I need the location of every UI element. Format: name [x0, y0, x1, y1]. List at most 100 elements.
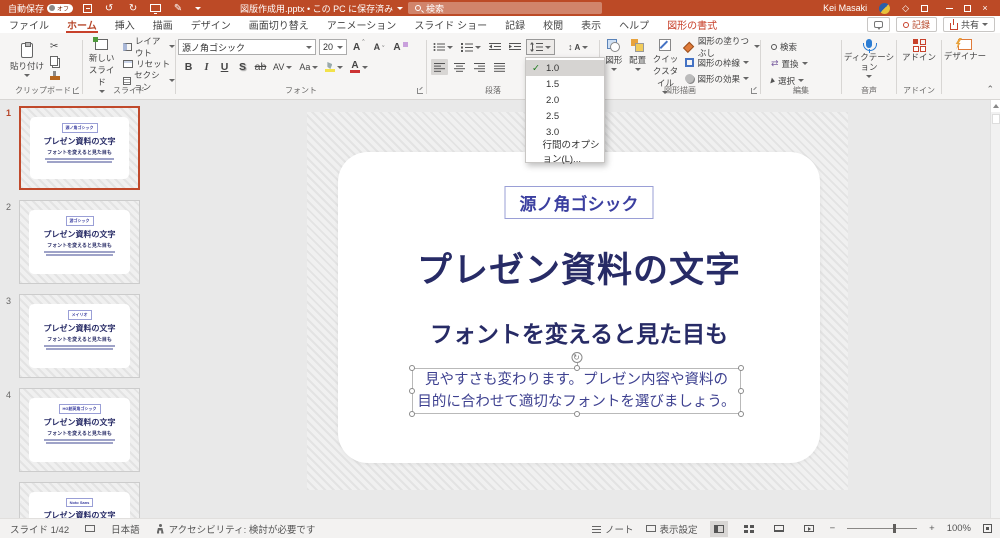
fit-to-window-icon[interactable] [983, 524, 992, 533]
line-spacing-button[interactable] [526, 39, 555, 55]
clipboard-dialog-launcher[interactable] [73, 88, 79, 94]
tab-insert[interactable]: 挿入 [106, 16, 144, 33]
comments-button[interactable] [866, 17, 890, 32]
normal-view-button[interactable] [709, 520, 728, 537]
replace-button[interactable]: ⇄ 置換 [769, 56, 841, 71]
notes-button[interactable]: ノート [592, 522, 634, 536]
share-button[interactable]: 共有 [942, 17, 995, 32]
zoom-slider[interactable] [847, 524, 918, 533]
slide-thumbnail-4[interactable]: 4 HG創英角ゴシック プレゼン資料の文字 フォントを変えると見た目も [6, 388, 140, 472]
avatar[interactable] [879, 2, 891, 14]
slide-thumbnail-1[interactable]: 1 源ノ角ゴシック プレゼン資料の文字 フォントを変えると見た目も [6, 106, 140, 190]
tab-transitions[interactable]: 画面切り替え [240, 16, 318, 33]
user-name[interactable]: Kei Masaki [823, 3, 867, 13]
reading-view-button[interactable] [770, 521, 788, 537]
grow-font-button[interactable]: Aˆ [350, 39, 368, 55]
scrollbar-thumb[interactable] [991, 114, 1000, 124]
slide-thumbnail-2[interactable]: 2 游ゴシック プレゼン資料の文字 フォントを変えると見た目も [6, 200, 140, 284]
pen-icon[interactable]: ✎ [171, 3, 185, 14]
justify-button[interactable] [491, 59, 508, 75]
tab-file[interactable]: ファイル [0, 16, 58, 33]
tab-slideshow[interactable]: スライド ショー [405, 16, 496, 33]
meet-now-icon[interactable] [921, 4, 928, 12]
menu-item-1-5[interactable]: 1.5 [526, 76, 604, 92]
resize-handle-s[interactable] [573, 411, 580, 417]
zoom-slider-thumb[interactable] [893, 524, 897, 533]
minimize-button[interactable] [940, 0, 958, 16]
dictate-button[interactable]: ディクテーション [842, 39, 896, 78]
resize-handle-n[interactable] [573, 365, 580, 371]
shape-outline-button[interactable]: 図形の枠線 [683, 55, 760, 70]
resize-handle-se[interactable] [738, 411, 744, 417]
menu-item-spacing-options[interactable]: 行間のオプション(L)... [526, 140, 604, 165]
slide-counter[interactable]: スライド 1/42 [10, 522, 69, 536]
font-size-combobox[interactable]: 20 [319, 39, 347, 55]
slideshow-view-button[interactable] [800, 521, 818, 537]
display-icon[interactable] [85, 525, 96, 532]
italic-button[interactable]: I [198, 59, 215, 75]
collapse-ribbon-icon[interactable]: ⌃ [986, 84, 994, 95]
zoom-in-button[interactable]: + [929, 523, 935, 534]
tab-record[interactable]: 記録 [496, 16, 534, 33]
resize-handle-w[interactable] [409, 388, 415, 394]
shape-fill-button[interactable]: 図形の塗りつぶし [683, 36, 760, 58]
restore-button[interactable] [958, 0, 976, 16]
tab-help[interactable]: ヘルプ [610, 16, 658, 33]
resize-handle-ne[interactable] [738, 365, 744, 371]
shapes-button[interactable]: 図形 [604, 39, 624, 71]
search-input[interactable]: 検索 [408, 2, 602, 14]
document-title[interactable]: 図版作成用.pptx • この PC に保存済み [240, 0, 404, 16]
copy-icon[interactable] [50, 56, 59, 66]
menu-item-2-5[interactable]: 2.5 [526, 108, 604, 124]
align-left-button[interactable] [431, 59, 448, 75]
bullets-button[interactable] [430, 39, 456, 55]
menu-item-1-0[interactable]: ✓ 1.0 [526, 60, 604, 76]
tab-view[interactable]: 表示 [572, 16, 610, 33]
resize-handle-e[interactable] [738, 388, 744, 394]
shape-effects-button[interactable]: 図形の効果 [683, 71, 760, 86]
selected-text-box[interactable]: 見やすさも変わります。プレゼン内容や資料の 目的に合わせて適切なフォントを選びま… [409, 352, 744, 417]
accessibility-status[interactable]: アクセシビリティ: 検討が必要です [156, 522, 315, 536]
addins-button[interactable]: アドイン [897, 39, 941, 63]
resize-handle-nw[interactable] [409, 365, 415, 371]
text-shadow-button[interactable]: S [234, 59, 251, 75]
undo-icon[interactable]: ↺ [102, 3, 116, 14]
language-indicator[interactable]: 日本語 [111, 522, 140, 536]
zoom-out-button[interactable]: − [830, 523, 836, 534]
decrease-indent-button[interactable] [486, 39, 504, 55]
slide-subtitle[interactable]: フォントを変えると見た目も [338, 315, 820, 349]
display-settings-button[interactable]: 表示設定 [645, 522, 698, 536]
tab-home[interactable]: ホーム [58, 16, 106, 33]
font-name-badge[interactable]: 源ノ角ゴシック [504, 186, 654, 219]
scroll-up-icon[interactable] [991, 100, 1000, 112]
paste-button[interactable]: 貼り付け [10, 41, 44, 77]
slide-title[interactable]: プレゼン資料の文字 [338, 242, 820, 293]
align-center-button[interactable] [451, 59, 468, 75]
slide-canvas[interactable]: 源ノ角ゴシック プレゼン資料の文字 フォントを変えると見た目も 見やすさも変わり… [307, 112, 848, 490]
record-button[interactable]: 記録 [895, 17, 937, 32]
slide-thumbnail-5[interactable]: 5 Noto Sans プレゼン資料の文字 [19, 482, 140, 518]
vertical-scrollbar[interactable] [990, 100, 1000, 518]
designer-button[interactable]: デザイナー [942, 39, 988, 62]
shrink-font-button[interactable]: Aˇ [371, 39, 388, 55]
drawing-dialog-launcher[interactable] [751, 88, 757, 94]
cut-icon[interactable]: ✂ [50, 41, 60, 52]
align-right-button[interactable] [471, 59, 488, 75]
tab-draw[interactable]: 描画 [144, 16, 182, 33]
save-icon[interactable] [83, 3, 93, 13]
highlight-color-button[interactable] [322, 59, 346, 75]
character-spacing-button[interactable]: AV [270, 59, 295, 75]
slide-thumbnail-3[interactable]: 3 メイリオ プレゼン資料の文字 フォントを変えると見た目も [6, 294, 140, 378]
menu-item-2-0[interactable]: 2.0 [526, 92, 604, 108]
qat-customize-chevron-icon[interactable] [195, 6, 202, 10]
clear-formatting-button[interactable]: A [390, 39, 410, 55]
tab-animations[interactable]: アニメーション [318, 16, 406, 33]
find-button[interactable]: 検索 [769, 39, 841, 54]
rotate-handle[interactable]: ↻ [571, 352, 582, 363]
layout-button[interactable]: レイアウト [121, 36, 175, 58]
resize-handle-sw[interactable] [409, 411, 415, 417]
arrange-button[interactable]: 配置 [628, 39, 648, 71]
strikethrough-button[interactable]: ab [252, 59, 269, 75]
diamond-icon[interactable]: ◇ [902, 3, 909, 14]
zoom-level[interactable]: 100% [947, 523, 971, 534]
